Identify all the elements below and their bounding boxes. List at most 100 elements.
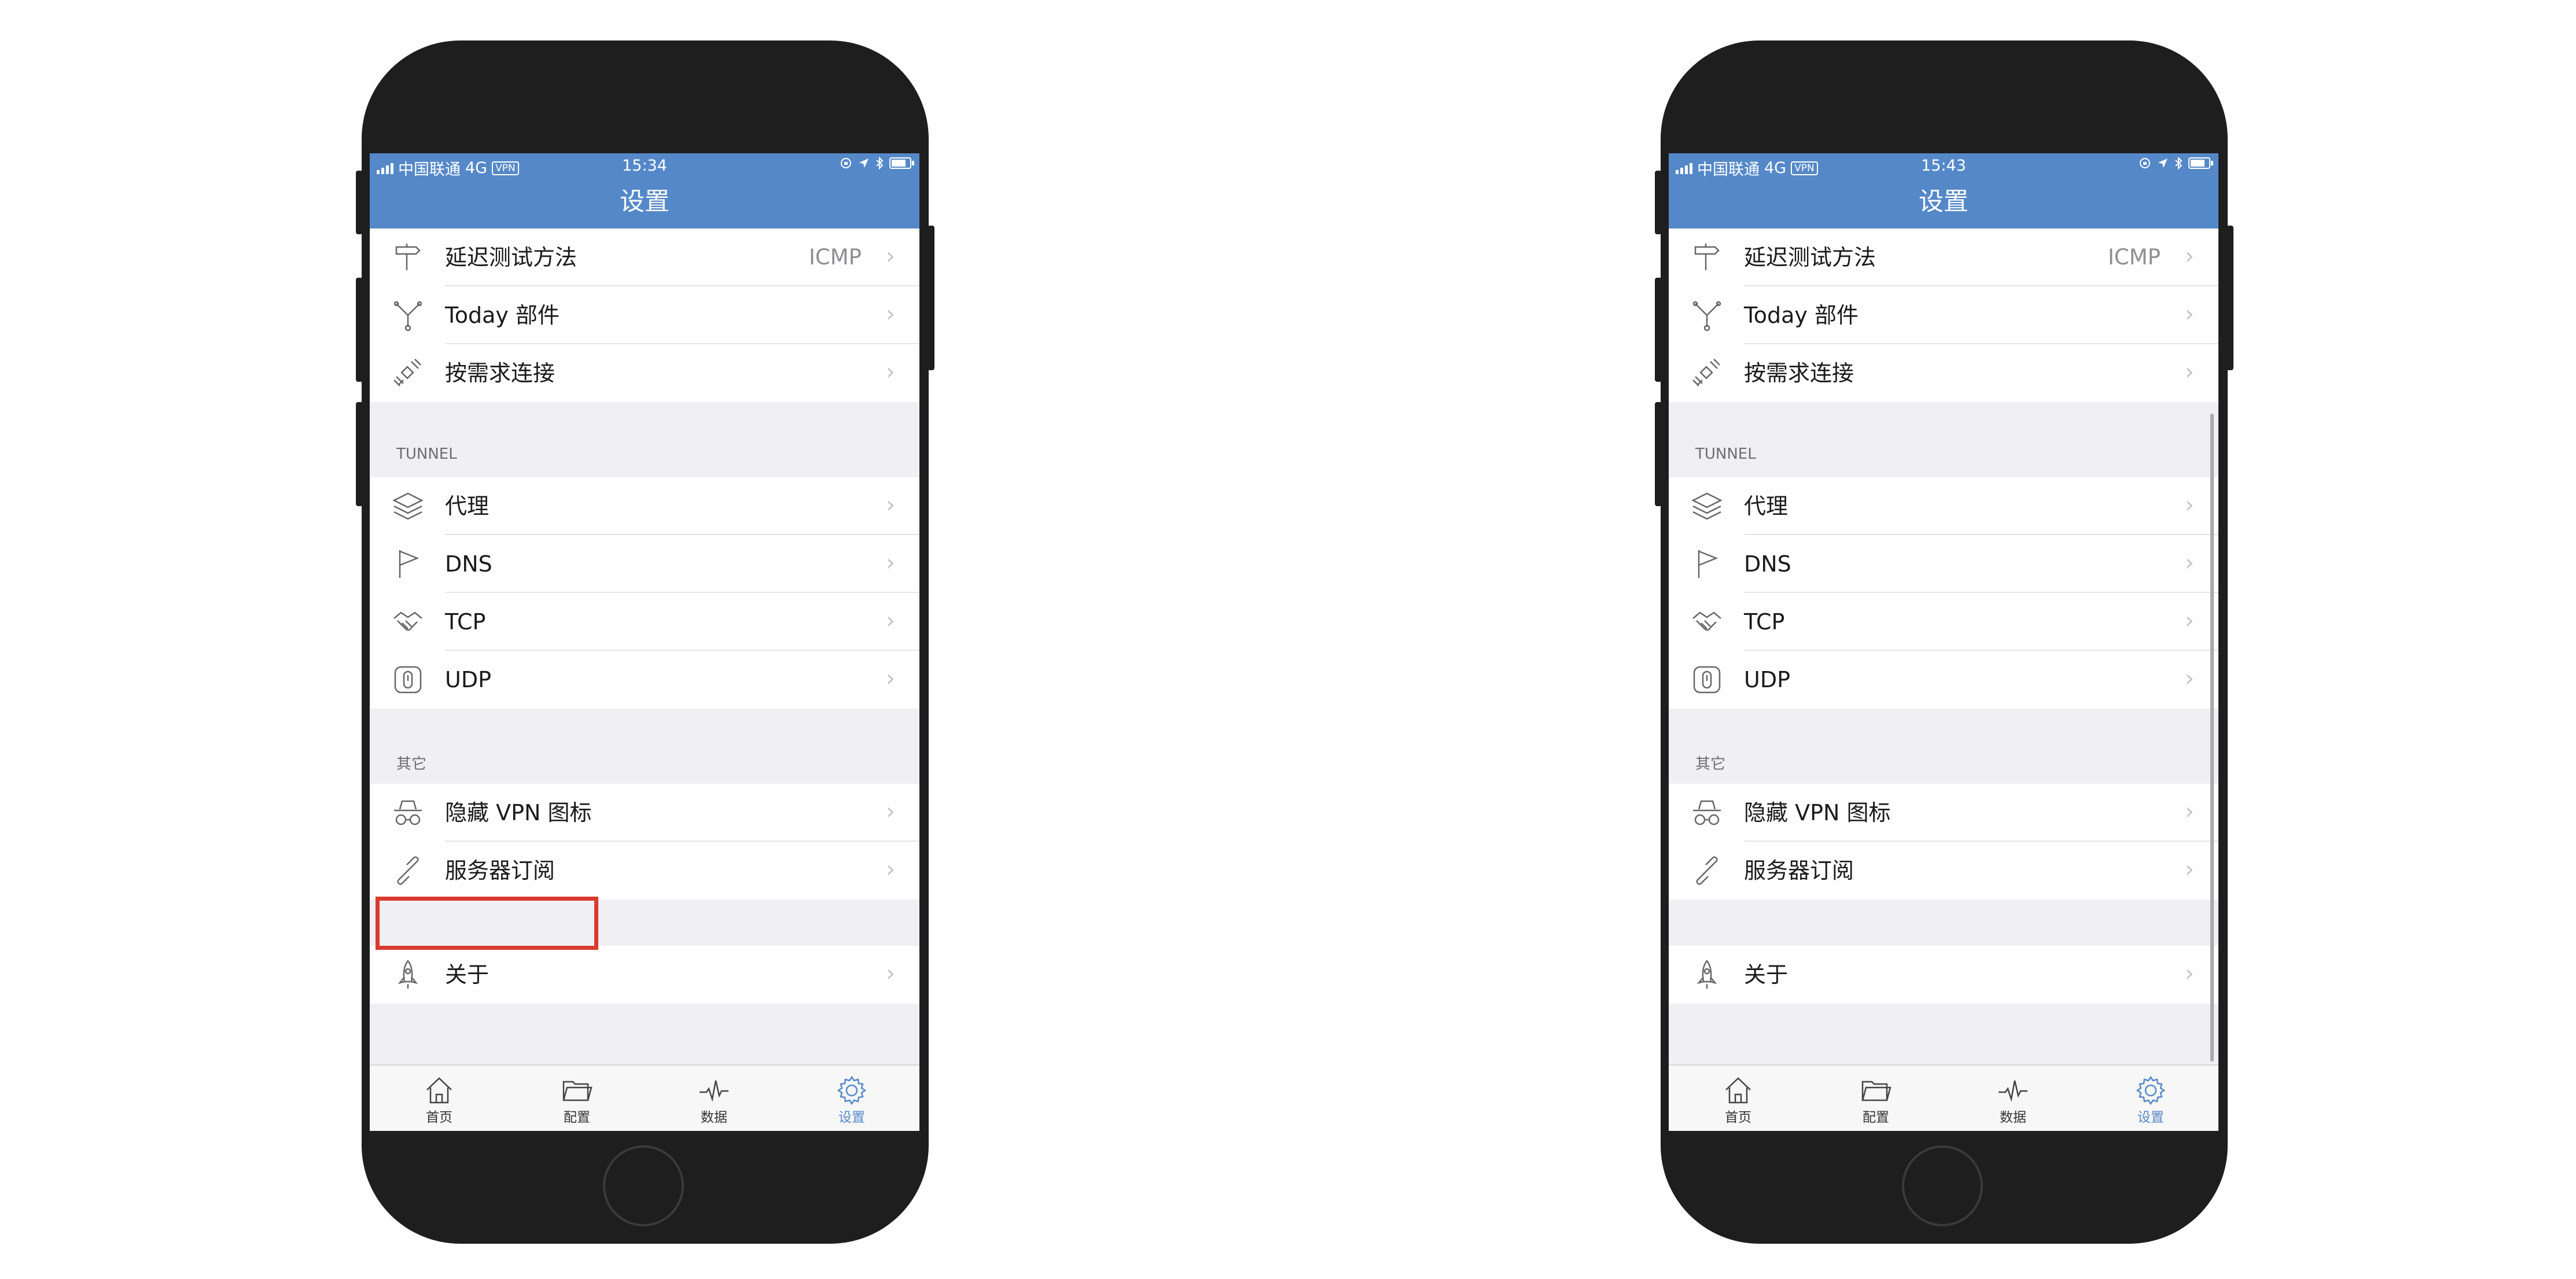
volume-down-button [1655,402,1662,506]
activity-icon [1999,1080,2027,1102]
row-dns[interactable]: DNS › [370,535,919,593]
tab-label: 设置 [2137,1110,2164,1125]
row-udp[interactable]: UDP › [370,651,919,709]
row-proxy[interactable]: 代理 › [370,477,919,535]
row-label: UDP [1744,667,1790,692]
gear-icon [837,1075,867,1105]
row-proxy[interactable]: 代理 › [1669,477,2218,535]
tab-settings[interactable]: 设置 [794,1066,910,1131]
satellite-icon [393,359,421,386]
signpost-icon [395,244,421,270]
chevron-right-icon: › [2185,798,2194,825]
chevron-right-icon: › [2185,301,2194,327]
chevron-right-icon: › [2185,665,2194,692]
screen: 中国联通 4G VPN 15:43 设置 延迟测试方法 ICMP › Today… [1669,153,2218,1131]
battery-icon [2188,157,2213,169]
tab-label: 配置 [564,1110,590,1125]
row-dns[interactable]: DNS › [1669,535,2218,593]
row-about[interactable]: 关于 › [370,946,919,1004]
phone-frame-left: 中国联通 4G VPN 15:34 设置 延迟测试方法 ICMP › Today… [356,40,934,1244]
device-icon [1693,666,1721,694]
mute-switch [356,171,363,234]
chevron-right-icon: › [2185,359,2194,385]
row-server-subscription[interactable]: 服务器订阅 › [370,842,919,900]
row-label: 延迟测试方法 [445,245,577,270]
row-label: Today 部件 [445,303,560,328]
section-header-tunnel: TUNNEL [1695,445,1756,463]
tab-config[interactable]: 配置 [519,1066,635,1131]
row-latency-test[interactable]: 延迟测试方法 ICMP › [1669,228,2218,286]
scroll-indicator[interactable] [2210,414,2214,1061]
bluetooth-icon [876,157,884,169]
row-on-demand[interactable]: 按需求连接 › [1669,344,2218,402]
status-bar: 中国联通 4G VPN 15:34 [370,153,919,179]
row-label: 按需求连接 [1744,360,1854,386]
chevron-right-icon: › [2185,607,2194,634]
home-icon [426,1077,452,1104]
row-on-demand[interactable]: 按需求连接 › [370,344,919,402]
row-label: 隐藏 VPN 图标 [445,800,592,825]
battery-icon [889,157,914,169]
widget-branch-icon [393,301,422,331]
row-label: 服务器订阅 [445,858,555,883]
row-tcp[interactable]: TCP › [370,593,919,651]
power-button [928,226,934,370]
row-today-widget[interactable]: Today 部件 › [1669,286,2218,344]
row-today-widget[interactable]: Today 部件 › [370,286,919,344]
chevron-right-icon: › [2185,492,2194,518]
link-icon [1696,856,1718,885]
tab-config[interactable]: 配置 [1818,1066,1934,1131]
home-button[interactable] [603,1145,684,1226]
chevron-right-icon: › [2185,960,2194,987]
volume-up-button [356,278,363,382]
row-value: ICMP [2108,245,2161,270]
row-hide-vpn-icon[interactable]: 隐藏 VPN 图标 › [1669,784,2218,842]
tab-settings[interactable]: 设置 [2093,1066,2209,1131]
row-label: Today 部件 [1744,303,1859,328]
chevron-right-icon: › [2185,243,2194,270]
row-server-subscription[interactable]: 服务器订阅 › [1669,842,2218,900]
tab-data[interactable]: 数据 [656,1066,772,1131]
section-header-tunnel: TUNNEL [396,445,457,463]
row-label: TCP [445,609,486,635]
orientation-lock-icon [2140,158,2150,168]
link-icon [397,856,419,885]
folder-icon [1861,1081,1891,1101]
tab-label: 数据 [701,1110,727,1125]
row-label: 代理 [1744,493,1789,519]
section-header-other: 其它 [396,755,427,773]
incognito-icon [1693,800,1721,825]
chevron-right-icon: › [886,492,895,518]
layers-icon [392,492,424,520]
handshake-icon [1692,611,1721,631]
tab-home[interactable]: 首页 [1680,1066,1796,1131]
nav-title: 设置 [370,176,919,228]
row-label: 关于 [1744,962,1789,987]
chevron-right-icon: › [886,243,895,270]
row-label: 服务器订阅 [1744,858,1854,883]
incognito-icon [394,800,422,825]
row-tcp[interactable]: TCP › [1669,593,2218,651]
row-label: 按需求连接 [445,360,555,386]
row-udp[interactable]: UDP › [1669,651,2218,709]
chevron-right-icon: › [886,301,895,327]
tab-data[interactable]: 数据 [1955,1066,2071,1131]
row-label: 代理 [445,493,490,519]
row-hide-vpn-icon[interactable]: 隐藏 VPN 图标 › [370,784,919,842]
chevron-right-icon: › [886,550,895,576]
handshake-icon [393,611,422,631]
phone-frame-right: 中国联通 4G VPN 15:43 设置 延迟测试方法 ICMP › Today… [1655,40,2233,1244]
row-label: UDP [445,667,491,692]
tab-home[interactable]: 首页 [381,1066,497,1131]
row-about[interactable]: 关于 › [1669,946,2218,1004]
bluetooth-icon [2175,157,2183,169]
row-label: 关于 [445,962,490,987]
layers-icon [1691,492,1723,520]
row-latency-test[interactable]: 延迟测试方法 ICMP › [370,228,919,286]
satellite-icon [1692,359,1720,386]
highlight-box [376,897,598,950]
chevron-right-icon: › [886,665,895,692]
location-icon [2158,159,2167,168]
rocket-icon [1697,959,1717,989]
home-button[interactable] [1902,1145,1983,1226]
